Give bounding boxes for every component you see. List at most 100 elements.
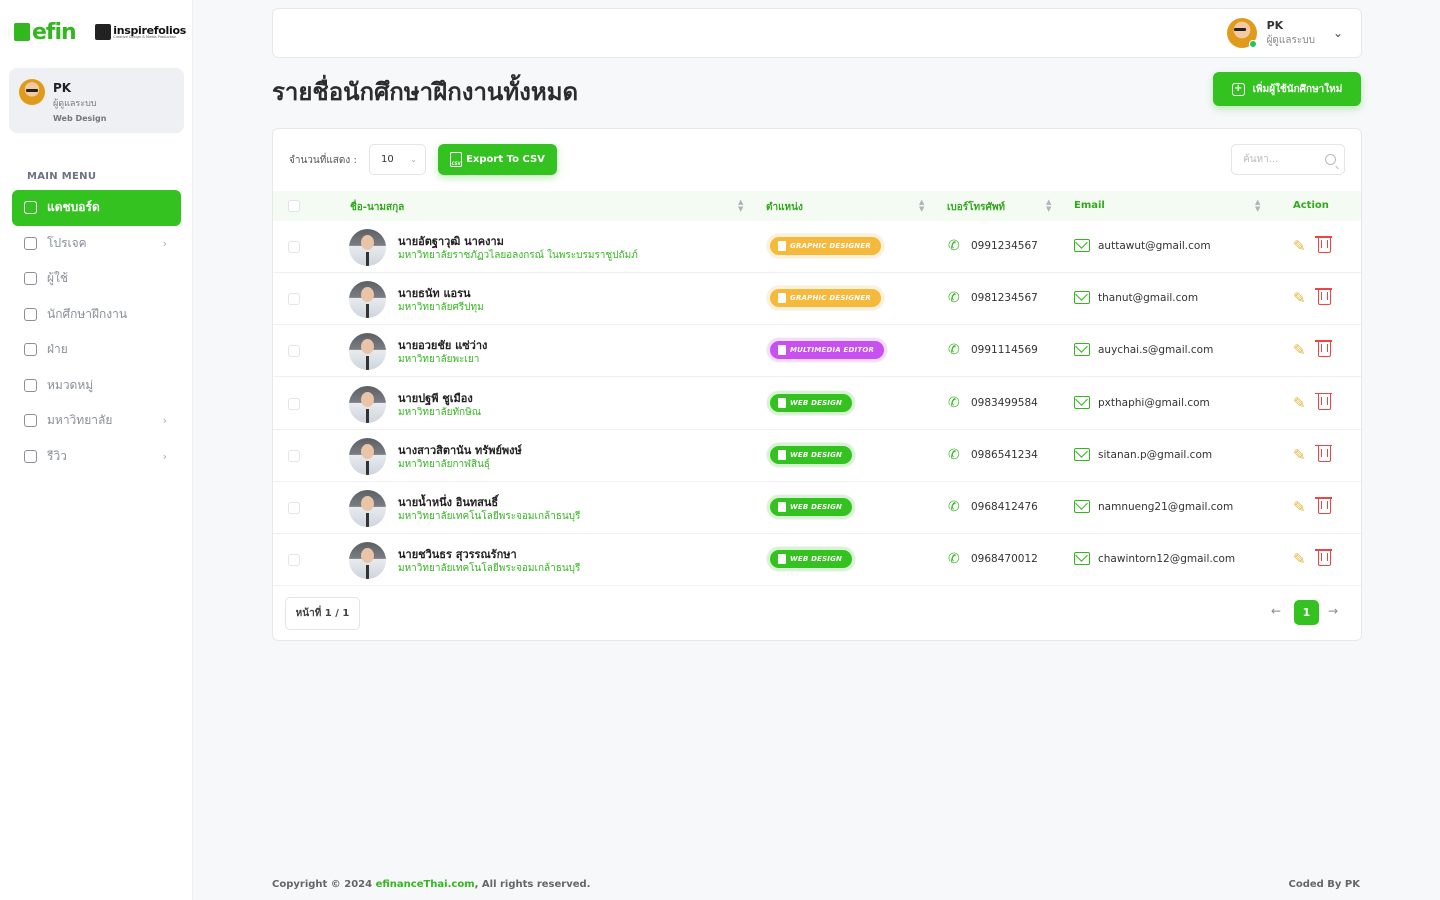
student-phone: 0983499584	[971, 396, 1038, 409]
efin-logo[interactable]: efin	[14, 20, 77, 45]
search-icon	[1325, 154, 1336, 165]
edit-icon[interactable]: ✎	[1293, 498, 1306, 516]
sidebar-item[interactable]: โปรเจค ›	[12, 226, 181, 262]
student-phone: 0981234567	[971, 292, 1038, 305]
credit: Coded By PK	[1288, 879, 1361, 890]
export-csv-button[interactable]: CSV Export To CSV	[438, 144, 557, 175]
position-label: MULTIMEDIA EDITOR	[790, 346, 875, 355]
user-menu[interactable]: PK ผู้ดูแลระบบ ⌄	[1226, 18, 1343, 48]
trash-icon[interactable]	[1315, 497, 1332, 514]
student-phone: 0991114569	[971, 344, 1038, 357]
intern-table-card: จำนวนที่แสดง : 10 ⌄ CSV Export To CSV ค้…	[272, 128, 1362, 641]
student-avatar	[349, 490, 386, 527]
row-checkbox[interactable]	[288, 554, 300, 567]
arrow-right-icon[interactable]: →	[1328, 604, 1338, 618]
trash-icon[interactable]	[1315, 236, 1332, 253]
position-label: GRAPHIC DESIGNER	[790, 294, 871, 303]
mail-icon	[1074, 447, 1090, 461]
profile-card[interactable]: PK ผู้ดูแลระบบ Web Design	[9, 68, 184, 133]
sidebar-item[interactable]: ฝ่าย	[12, 332, 181, 368]
sidebar-item[interactable]: ผู้ใช้	[12, 261, 181, 297]
student-email: thanut@gmail.com	[1098, 292, 1199, 305]
phone-icon: ✆	[948, 238, 960, 254]
sort-icon[interactable]: ▲ ▼	[919, 199, 924, 213]
row-checkbox[interactable]	[288, 293, 300, 306]
chevron-down-icon[interactable]: ⌄	[1333, 26, 1343, 40]
student-email: auttawut@gmail.com	[1098, 240, 1211, 252]
phone-icon: ✆	[948, 446, 960, 463]
sidebar: efin inspirefolios Creative Design & Medi…	[0, 0, 193, 900]
sort-icon[interactable]: ▲ ▼	[738, 199, 743, 213]
user-card-icon	[24, 272, 37, 286]
student-university: มหาวิทยาลัยเทคโนโลยีพระจอมเกล้าธนบุรี	[398, 511, 581, 522]
page-title: รายชื่อนักศึกษาฝึกงานทั้งหมด	[272, 78, 579, 106]
profile-role: ผู้ดูแลระบบ	[53, 99, 97, 109]
home-icon	[24, 201, 37, 215]
trash-icon[interactable]	[1315, 340, 1332, 358]
mail-icon	[1074, 343, 1090, 357]
sidebar-item[interactable]: นักศึกษาฝึกงาน	[12, 297, 181, 333]
student-phone: 0991234567	[971, 240, 1038, 252]
col-position[interactable]: ตำแหน่ง	[766, 200, 803, 215]
add-intern-button[interactable]: + เพิ่มผู้ใช้นักศึกษาใหม่	[1213, 72, 1361, 106]
table-row: นายปฐพี ชูเมือง มหาวิทยาลัยทักษิณ WEB DESI…	[273, 378, 1361, 430]
student-university: มหาวิทยาลัยกาฬสินธุ์	[398, 458, 491, 470]
edit-icon[interactable]: ✎	[1293, 394, 1306, 412]
edit-icon[interactable]: ✎	[1293, 550, 1306, 568]
mail-icon	[1074, 395, 1090, 409]
sidebar-item[interactable]: แดชบอร์ด	[12, 190, 181, 226]
edit-icon[interactable]: ✎	[1293, 341, 1306, 359]
top-bar: PK ผู้ดูแลระบบ ⌄	[272, 8, 1362, 58]
sidebar-item-label: มหาวิทยาลัย	[47, 413, 113, 428]
trash-icon[interactable]	[1315, 288, 1332, 306]
row-checkbox[interactable]	[288, 345, 300, 358]
header-user-role: ผู้ดูแลระบบ	[1266, 34, 1315, 46]
edit-icon[interactable]: ✎	[1293, 289, 1306, 307]
page-number-button[interactable]: 1	[1294, 600, 1319, 625]
row-checkbox[interactable]	[288, 397, 300, 410]
edit-icon[interactable]: ✎	[1293, 446, 1306, 464]
sort-icon[interactable]: ▲ ▼	[1255, 199, 1260, 213]
trash-icon[interactable]	[1315, 549, 1332, 567]
sidebar-item[interactable]: รีวิว ›	[12, 439, 181, 475]
trash-icon[interactable]	[1315, 392, 1332, 410]
trash-icon[interactable]	[1315, 444, 1332, 462]
row-checkbox[interactable]	[288, 502, 300, 514]
footer-brand-link[interactable]: efinanceThai.com	[376, 879, 475, 890]
student-university: มหาวิทยาลัยพะเยา	[398, 354, 480, 366]
users-icon	[24, 307, 37, 321]
row-checkbox[interactable]	[288, 449, 300, 462]
phone-icon: ✆	[948, 394, 960, 411]
col-email[interactable]: Email	[1074, 200, 1105, 211]
sidebar-item[interactable]: หมวดหมู่	[12, 368, 181, 404]
chevron-right-icon: ›	[162, 414, 167, 428]
sidebar-item-label: ผู้ใช้	[47, 271, 69, 286]
col-phone[interactable]: เบอร์โทรศัพท์	[947, 200, 1005, 215]
header-avatar	[1226, 18, 1257, 48]
id-card-icon	[778, 449, 786, 460]
sidebar-item-label: ฝ่าย	[47, 342, 68, 357]
row-checkbox[interactable]	[288, 241, 300, 253]
table-header: ชื่อ-นามสกุล ▲ ▼ ตำแหน่ง ▲ ▼ เบอร์โทรศัพท์…	[273, 191, 1361, 221]
chevron-right-icon: ›	[162, 236, 167, 250]
student-avatar	[349, 281, 386, 319]
student-phone: 0986541234	[971, 448, 1038, 461]
position-label: GRAPHIC DESIGNER	[790, 242, 871, 250]
position-badge: WEB DESIGN	[767, 442, 856, 467]
select-all-checkbox[interactable]	[288, 200, 300, 212]
col-name[interactable]: ชื่อ-นามสกุล	[350, 200, 404, 215]
sidebar-item[interactable]: มหาวิทยาลัย ›	[12, 403, 181, 439]
student-avatar	[349, 333, 386, 371]
student-email: pxthaphi@gmail.com	[1098, 396, 1210, 409]
copyright: Copyright © 2024 efinanceThai.com, All r…	[272, 879, 590, 890]
efin-logo-mark-icon	[14, 23, 30, 41]
page-size-select[interactable]: 10 ⌄	[369, 144, 426, 175]
arrow-left-icon[interactable]: ←	[1271, 604, 1281, 618]
sort-icon[interactable]: ▲ ▼	[1046, 199, 1051, 213]
search-input[interactable]: ค้นหา...	[1231, 144, 1345, 175]
id-card-icon	[778, 241, 786, 251]
mail-icon	[1074, 500, 1090, 513]
id-card-icon	[778, 554, 786, 565]
edit-icon[interactable]: ✎	[1293, 237, 1306, 255]
sidebar-item-label: แดชบอร์ด	[47, 200, 100, 215]
